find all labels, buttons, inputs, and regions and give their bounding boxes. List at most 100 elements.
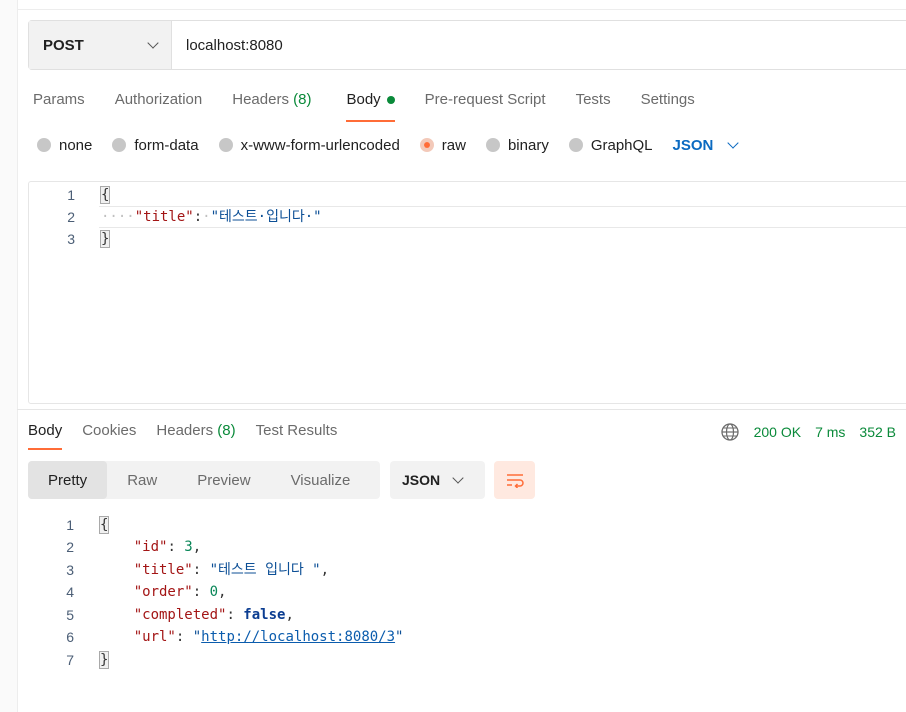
- close-brace: }: [98, 651, 110, 669]
- view-pretty-button[interactable]: Pretty: [28, 461, 108, 499]
- tab-label: Settings: [640, 91, 695, 108]
- request-bar: POST: [28, 20, 906, 70]
- json-colon: :: [193, 209, 203, 225]
- globe-icon[interactable]: [720, 422, 740, 442]
- body-type-raw[interactable]: raw: [419, 136, 466, 154]
- tab-label: Body: [346, 91, 381, 108]
- code-line: 4 "order": 0,: [28, 581, 898, 603]
- open-brace: {: [99, 186, 111, 204]
- line-number: 3: [67, 231, 75, 247]
- view-raw-button[interactable]: Raw: [107, 461, 177, 499]
- tab-headers[interactable]: Headers (8): [232, 88, 311, 122]
- wrap-lines-icon: [506, 474, 524, 488]
- option-label: raw: [441, 136, 466, 154]
- code-line: 1 {: [29, 184, 906, 206]
- view-label: Pretty: [48, 471, 88, 489]
- tab-authorization[interactable]: Authorization: [115, 88, 203, 122]
- code-text: "order": 0,: [133, 584, 227, 600]
- line-number: 1: [66, 517, 74, 533]
- response-tabs: Body Cookies Headers (8) Test Results: [28, 420, 337, 450]
- headers-count: (8): [217, 422, 236, 439]
- response-time[interactable]: 7 ms: [815, 424, 845, 440]
- method-label: POST: [43, 36, 84, 54]
- left-sidebar-edge: [0, 0, 18, 712]
- body-type-form-data[interactable]: form-data: [112, 136, 199, 154]
- json-value: 3: [184, 539, 193, 555]
- tab-label: Authorization: [114, 91, 203, 108]
- raw-format-select[interactable]: JSON: [673, 137, 740, 154]
- line-number: 7: [66, 652, 74, 668]
- whitespace-marker: ····: [101, 209, 135, 225]
- tab-label: Test Results: [255, 422, 338, 439]
- url-link[interactable]: http://localhost:8080/3: [201, 629, 395, 645]
- code-text: ····"title":·"테스트·입니다·": [101, 206, 322, 228]
- radio-icon[interactable]: [419, 138, 434, 152]
- tab-pre-request-script[interactable]: Pre-request Script: [425, 88, 546, 122]
- format-label: JSON: [402, 472, 441, 488]
- code-text: "completed": false,: [133, 607, 294, 623]
- line-number: 2: [66, 539, 74, 555]
- json-value: 0: [209, 584, 219, 600]
- option-label: form-data: [134, 136, 199, 154]
- code-line: 6 "url": "http://localhost:8080/3": [28, 626, 898, 648]
- top-tab-strip: [17, 0, 906, 10]
- json-value: "http://localhost:8080/3": [192, 629, 404, 645]
- tab-params[interactable]: Params: [33, 88, 85, 122]
- body-type-binary[interactable]: binary: [485, 136, 549, 154]
- tab-tests[interactable]: Tests: [576, 88, 611, 122]
- view-mode-group: Pretty Raw Preview Visualize: [28, 461, 380, 499]
- view-preview-button[interactable]: Preview: [177, 461, 270, 499]
- tab-label: Pre-request Script: [424, 91, 546, 108]
- whitespace-marker: ·: [202, 209, 211, 225]
- code-line: 5 "completed": false,: [28, 604, 898, 626]
- url-input[interactable]: [172, 21, 906, 69]
- status-dot-icon: [386, 96, 395, 105]
- code-line: 3 }: [29, 228, 906, 250]
- json-key: "completed": [133, 607, 227, 623]
- radio-icon[interactable]: [112, 138, 127, 152]
- tab-cookies[interactable]: Cookies: [82, 420, 136, 450]
- open-brace: {: [98, 516, 110, 534]
- close-brace: }: [99, 230, 111, 248]
- tab-label: Params: [33, 91, 85, 108]
- radio-icon[interactable]: [568, 138, 583, 152]
- tab-response-headers[interactable]: Headers (8): [156, 420, 235, 450]
- code-text: "id": 3,: [133, 539, 202, 555]
- response-format-select[interactable]: JSON: [390, 461, 485, 499]
- option-label: binary: [507, 136, 549, 154]
- json-value: "테스트·입니다·": [210, 209, 322, 225]
- code-text: "url": "http://localhost:8080/3": [133, 629, 404, 645]
- tab-label: Tests: [575, 91, 611, 108]
- code-text: {: [98, 514, 110, 536]
- tab-body[interactable]: Body: [346, 88, 395, 122]
- panel-divider[interactable]: [17, 409, 906, 410]
- json-value: false: [243, 607, 286, 623]
- body-type-graphql[interactable]: GraphQL: [568, 137, 653, 154]
- tab-test-results[interactable]: Test Results: [256, 420, 338, 450]
- response-size[interactable]: 352 B: [859, 424, 896, 440]
- code-text: "title": "테스트 입니다 ",: [133, 562, 330, 578]
- body-type-urlencoded[interactable]: x-www-form-urlencoded: [218, 136, 400, 154]
- option-label: x-www-form-urlencoded: [240, 136, 400, 154]
- tab-label: Cookies: [82, 422, 137, 439]
- response-status: 200 OK 7 ms 352 B: [720, 422, 896, 442]
- code-text: {: [99, 184, 111, 206]
- view-visualize-button[interactable]: Visualize: [271, 461, 371, 499]
- json-key: "url": [133, 629, 176, 645]
- radio-icon[interactable]: [37, 138, 51, 152]
- method-select[interactable]: POST: [29, 21, 172, 69]
- body-type-none[interactable]: none: [37, 137, 92, 154]
- status-code[interactable]: 200 OK: [754, 424, 801, 440]
- tab-settings[interactable]: Settings: [641, 88, 695, 122]
- radio-icon[interactable]: [218, 138, 233, 152]
- radio-icon[interactable]: [485, 138, 500, 152]
- view-label: Raw: [127, 471, 158, 489]
- request-body-editor[interactable]: 1 { 2 ····"title":·"테스트·입니다·" 3 }: [28, 181, 906, 404]
- response-body-viewer[interactable]: 1 { 2 "id": 3, 3 "title": "테스트 입니다 ", 4 …: [28, 514, 898, 684]
- line-number: 6: [66, 629, 74, 645]
- line-number: 5: [66, 607, 74, 623]
- code-line: 3 "title": "테스트 입니다 ",: [28, 559, 898, 581]
- tab-response-body[interactable]: Body: [28, 420, 63, 450]
- line-number: 2: [67, 209, 75, 225]
- wrap-lines-button[interactable]: [494, 461, 535, 499]
